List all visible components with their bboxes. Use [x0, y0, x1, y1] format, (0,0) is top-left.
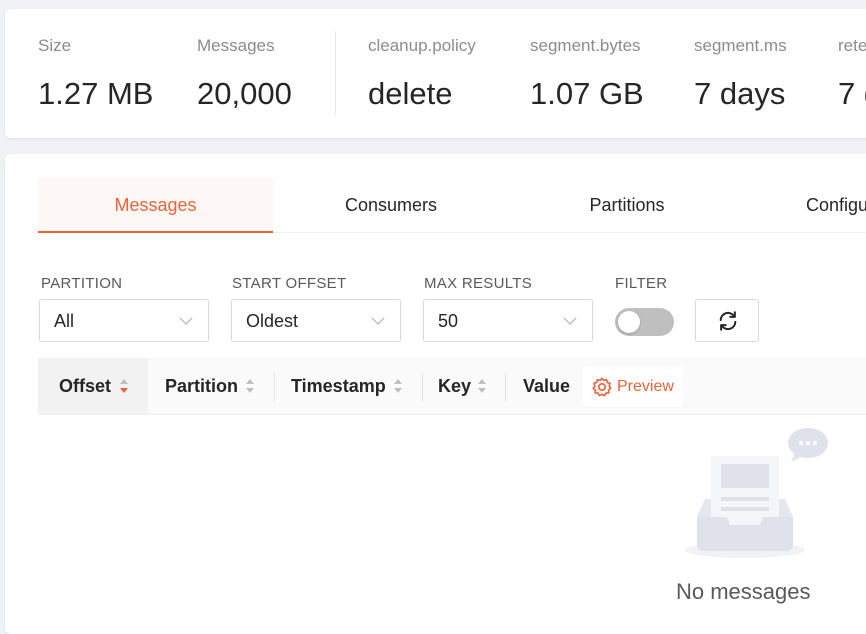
stat-value: 20,000	[197, 76, 292, 111]
chevron-down-icon	[371, 317, 385, 326]
stat-value: 1.27 MB	[38, 76, 154, 111]
column-separator	[505, 372, 506, 402]
messages-table-header: Offset Partition Timestamp Key Value Pre…	[38, 358, 866, 415]
topic-details-card: Messages Consumers Partitions Configu PA…	[5, 154, 866, 634]
column-separator	[422, 372, 423, 402]
tab-consumers[interactable]: Consumers	[273, 178, 509, 233]
empty-inbox-icon	[685, 428, 828, 558]
stat-label: rete	[838, 36, 866, 55]
tab-messages[interactable]: Messages	[38, 178, 273, 233]
stat-value: 1.07 GB	[530, 76, 644, 111]
column-separator	[274, 372, 275, 402]
stat-label: segment.ms	[694, 36, 787, 55]
stat-divider	[335, 31, 336, 115]
stat-value: delete	[368, 76, 453, 111]
stat-label: Size	[38, 36, 72, 55]
column-key[interactable]: Key	[438, 376, 471, 397]
column-partition[interactable]: Partition	[165, 376, 238, 397]
filter-toggle[interactable]	[615, 308, 674, 336]
refresh-button[interactable]	[695, 299, 759, 342]
start-offset-select-value: Oldest	[246, 311, 299, 331]
max-results-label: MAX RESULTS	[424, 275, 533, 292]
preview-label: Preview	[617, 378, 674, 395]
stat-label: segment.bytes	[530, 36, 641, 55]
partition-select-value: All	[54, 311, 75, 331]
tab-configuration[interactable]: Configu	[806, 178, 866, 233]
topic-stats-card: Size 1.27 MB Messages 20,000 cleanup.pol…	[5, 9, 866, 138]
stat-value: 7 d	[838, 76, 866, 111]
column-timestamp[interactable]: Timestamp	[291, 376, 386, 397]
sort-icon	[120, 379, 128, 393]
gear-icon	[592, 377, 612, 397]
chevron-down-icon	[179, 317, 193, 326]
partition-label: PARTITION	[41, 275, 123, 292]
filter-label: FILTER	[615, 275, 668, 292]
start-offset-select[interactable]: Oldest	[231, 299, 401, 342]
max-results-select-value: 50	[438, 311, 459, 331]
column-offset[interactable]: Offset	[59, 376, 111, 397]
empty-state-text: No messages	[676, 579, 811, 604]
toggle-knob	[618, 311, 640, 333]
stat-label: cleanup.policy	[368, 36, 476, 55]
stat-label: Messages	[197, 36, 275, 55]
sort-icon	[246, 379, 254, 393]
topic-tabs: Messages Consumers Partitions Configu	[38, 178, 866, 233]
start-offset-label: START OFFSET	[232, 275, 347, 292]
preview-button[interactable]: Preview	[583, 366, 683, 407]
sort-icon	[394, 379, 402, 393]
tab-partitions[interactable]: Partitions	[509, 178, 745, 233]
partition-select[interactable]: All	[39, 299, 209, 342]
refresh-icon	[719, 311, 737, 331]
stat-value: 7 days	[694, 76, 786, 111]
column-value: Value	[523, 376, 571, 396]
chevron-down-icon	[563, 317, 577, 326]
sort-icon	[478, 379, 486, 393]
max-results-select[interactable]: 50	[423, 299, 593, 342]
